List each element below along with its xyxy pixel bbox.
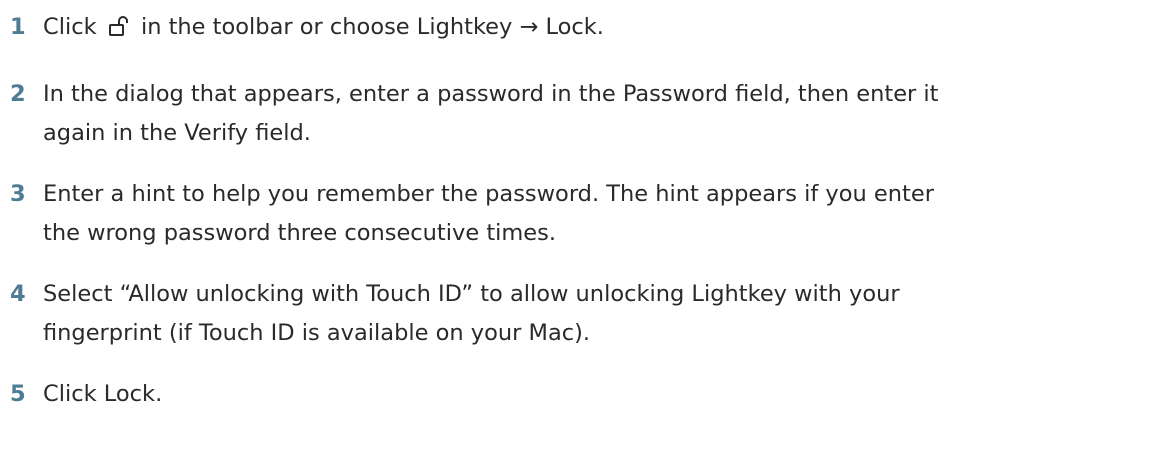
step-text-before-icon: Click <box>43 14 97 40</box>
step-text-line: again in the Verify field. <box>43 120 311 146</box>
step-text: Enter a hint to help you remember the pa… <box>43 175 1168 253</box>
step-text-line: Select “Allow unlocking with Touch ID” t… <box>43 281 900 307</box>
step-text: In the dialog that appears, enter a pass… <box>43 75 1168 153</box>
step-text-line: fingerprint (if Touch ID is available on… <box>43 320 591 346</box>
step-text: Click in the toolbar or choose Lightkey … <box>43 8 1168 47</box>
step-number: 2 <box>10 81 26 107</box>
step-text-line: In the dialog that appears, enter a pass… <box>43 81 939 107</box>
lock-open-icon <box>108 11 130 36</box>
step-number: 4 <box>10 281 26 307</box>
step-text-after-icon: in the toolbar or choose Lightkey → Lock… <box>140 14 604 40</box>
step-number: 5 <box>10 381 26 407</box>
step-text-line: the wrong password three consecutive tim… <box>43 220 557 246</box>
step-number: 1 <box>10 14 26 40</box>
step-text-line: Enter a hint to help you remember the pa… <box>43 181 934 207</box>
step-text: Click Lock. <box>43 375 1168 414</box>
step-number: 3 <box>10 181 26 207</box>
step-text: Select “Allow unlocking with Touch ID” t… <box>43 275 1168 353</box>
step-text-line: Click Lock. <box>43 381 163 407</box>
